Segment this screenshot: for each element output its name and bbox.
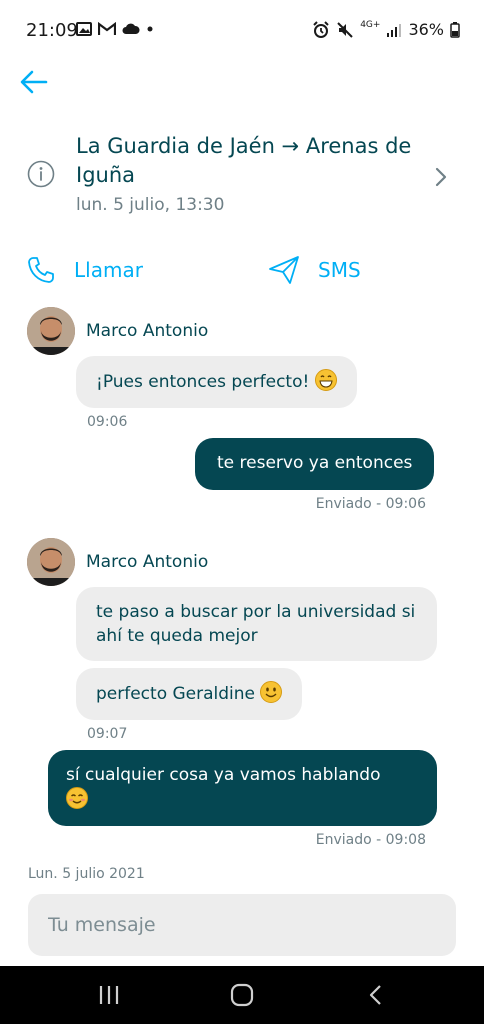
sms-label: SMS (318, 258, 361, 282)
system-back-button[interactable] (362, 982, 392, 1008)
smile-emoji-icon (260, 681, 283, 703)
dot-icon (147, 26, 153, 32)
profile-photo-icon (27, 307, 75, 355)
send-icon (269, 256, 299, 284)
message-text: sí cualquier cosa ya vamos hablando (66, 765, 381, 785)
profile-photo-icon (27, 538, 75, 586)
alarm-icon (313, 20, 329, 38)
battery-icon (450, 21, 460, 38)
recent-apps-button[interactable] (94, 982, 124, 1008)
trip-route: La Guardia de Jaén → Arenas de Iguña (76, 134, 412, 187)
message-bubble[interactable]: te reservo ya entonces (195, 438, 435, 490)
sender-name: Marco Antonio (86, 552, 209, 572)
call-button[interactable]: Llamar (26, 250, 143, 290)
message-text: te paso a buscar por la universidad si a… (96, 602, 416, 646)
message-bubble[interactable]: te paso a buscar por la universidad si a… (76, 587, 437, 661)
sms-button[interactable]: SMS (268, 250, 361, 290)
chevron-right-icon (435, 167, 447, 187)
back-button[interactable] (18, 66, 50, 98)
message-bubble[interactable]: sí cualquier cosa ya vamos hablando (48, 750, 437, 826)
sender-name: Marco Antonio (86, 321, 209, 341)
signal-icon (387, 23, 402, 37)
arrow-left-icon (20, 70, 48, 94)
info-icon (27, 160, 55, 188)
home-icon (230, 983, 254, 1007)
battery-percent: 36% (408, 20, 444, 39)
network-type: 4G+ (360, 20, 381, 30)
chevron-left-icon (369, 985, 381, 1005)
system-nav-bar (0, 966, 484, 1024)
cloud-icon (122, 23, 140, 34)
message-bubble[interactable]: ¡Pues entonces perfecto! (76, 356, 357, 408)
message-status: Enviado - 09:06 (315, 496, 426, 512)
message-bubble[interactable]: perfecto Geraldine (76, 668, 303, 720)
gmail-icon (98, 22, 116, 35)
recents-icon (99, 986, 119, 1004)
avatar[interactable] (27, 307, 75, 355)
trip-date: lun. 5 julio, 13:30 (76, 195, 225, 215)
blush-emoji-icon (66, 787, 88, 809)
message-text: te reservo ya entonces (217, 453, 413, 473)
gallery-icon (76, 22, 92, 36)
message-status: Enviado - 09:08 (315, 832, 426, 848)
mute-icon (337, 21, 353, 38)
trip-header[interactable]: La Guardia de Jaén → Arenas de Iguña lun… (0, 128, 484, 228)
message-text: ¡Pues entonces perfecto! (96, 372, 310, 392)
avatar[interactable] (27, 538, 75, 586)
message-time: 09:06 (87, 414, 128, 430)
actions-row: Llamar SMS (0, 250, 484, 290)
call-label: Llamar (74, 258, 143, 282)
day-label: Lun. 5 julio 2021 (28, 866, 145, 882)
message-time: 09:07 (87, 726, 128, 742)
message-composer (28, 894, 456, 956)
message-text: perfecto Geraldine (96, 684, 256, 704)
home-button[interactable] (227, 982, 257, 1008)
status-time: 21:09 (26, 20, 78, 41)
grin-emoji-icon (314, 369, 337, 391)
phone-icon (28, 257, 54, 283)
message-input[interactable] (28, 894, 456, 956)
status-bar: 21:09 4G+ 36% (0, 0, 484, 60)
